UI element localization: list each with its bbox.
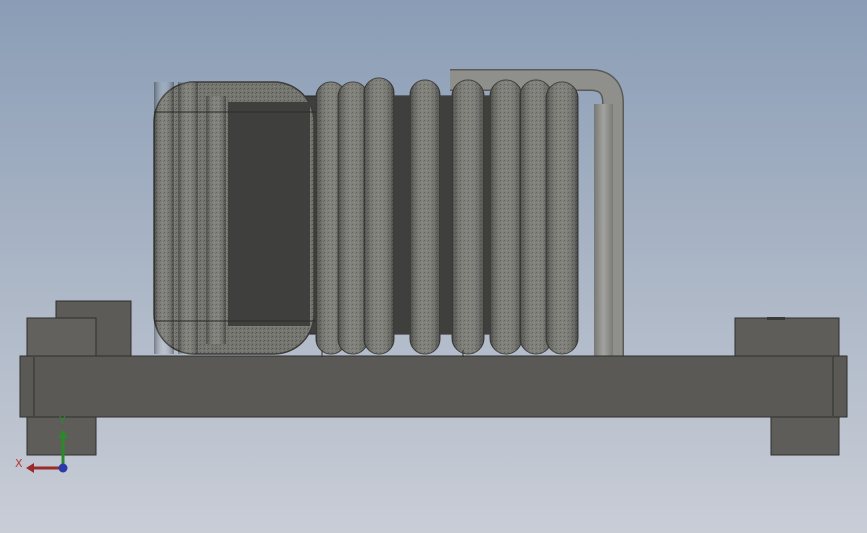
coil-windings[interactable] [153,77,579,355]
triad-y-label: Y [59,414,66,427]
model-view[interactable] [0,0,867,533]
triad-x-label: X [15,457,23,470]
graphics-viewport[interactable]: Y X [0,0,867,533]
base-plate[interactable] [19,350,848,418]
coordinate-triad: Y X [12,410,82,480]
z-axis-dot-icon [58,463,68,473]
